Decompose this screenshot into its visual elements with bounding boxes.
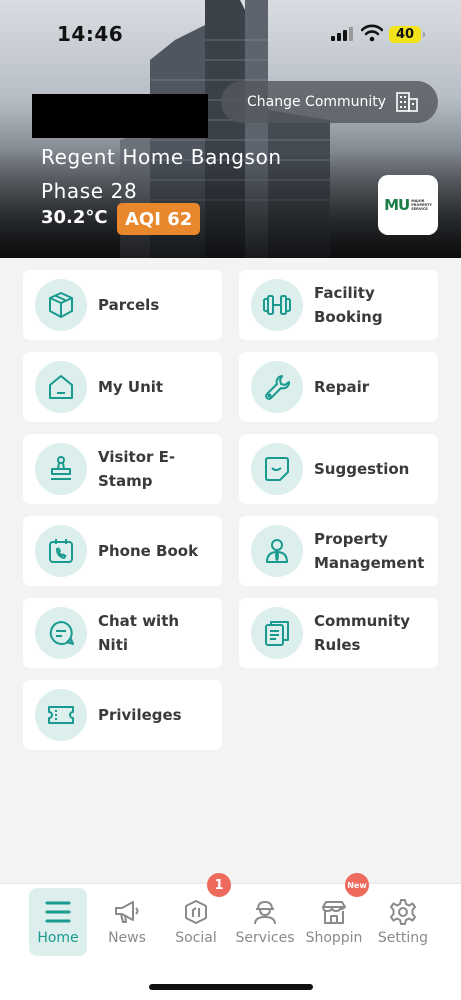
status-time: 14:46 bbox=[57, 22, 124, 46]
menu-label: Visitor E-Stamp bbox=[98, 448, 176, 490]
community-name-line1: Regent Home Bangson bbox=[41, 145, 282, 169]
nav-home-label: Home bbox=[37, 930, 79, 946]
menu-label: Parcels bbox=[98, 296, 160, 314]
menu-label: Privileges bbox=[98, 706, 182, 724]
dumbbell-icon bbox=[251, 279, 303, 331]
stamp-icon bbox=[35, 443, 87, 495]
redacted-block bbox=[32, 94, 208, 138]
menu-label: Suggestion bbox=[314, 460, 410, 478]
shopping-new-badge: New bbox=[345, 873, 369, 897]
menu-privileges[interactable]: Privileges bbox=[23, 680, 222, 750]
menu-icon bbox=[45, 897, 71, 927]
nav-setting[interactable]: Setting bbox=[374, 888, 432, 956]
nav-setting-label: Setting bbox=[377, 930, 429, 946]
change-community-label: Change Community bbox=[247, 94, 387, 110]
community-name: Regent Home Bangson Phase 28 bbox=[41, 140, 282, 208]
cellular-signal-icon bbox=[331, 27, 355, 41]
nav-social-label: Social bbox=[175, 930, 217, 946]
home-indicator bbox=[149, 984, 313, 990]
menu-parcels[interactable]: Parcels bbox=[23, 270, 222, 340]
box-icon bbox=[35, 279, 87, 331]
temperature: 30.2°C bbox=[41, 207, 108, 228]
wifi-icon bbox=[361, 24, 383, 42]
nav-home[interactable]: Home bbox=[29, 888, 87, 956]
nav-services-label: Services bbox=[235, 930, 295, 946]
menu-label: Property Management bbox=[314, 530, 425, 572]
menu-repair[interactable]: Repair bbox=[239, 352, 438, 422]
rules-icon bbox=[251, 607, 303, 659]
phone-calendar-icon bbox=[35, 525, 87, 577]
battery-icon: 40 bbox=[389, 26, 425, 43]
menu-phone-book[interactable]: Phone Book bbox=[23, 516, 222, 586]
nav-news-label: News bbox=[108, 930, 146, 946]
note-icon bbox=[251, 443, 303, 495]
store-icon bbox=[320, 897, 348, 927]
bottom-nav: Home News Social 1 Services Shoppin New … bbox=[0, 873, 461, 1000]
menu-label: Facility Booking bbox=[314, 284, 383, 326]
menu-suggestion[interactable]: Suggestion bbox=[239, 434, 438, 504]
menu-label: Community Rules bbox=[314, 612, 411, 654]
menu-property-management[interactable]: Property Management bbox=[239, 516, 438, 586]
nav-social[interactable]: Social bbox=[167, 888, 225, 956]
wrench-icon bbox=[251, 361, 303, 413]
social-notification-badge: 1 bbox=[207, 873, 231, 897]
megaphone-icon bbox=[113, 897, 141, 927]
person-icon bbox=[251, 525, 303, 577]
aqi-badge: AQI 62 bbox=[117, 203, 201, 235]
gear-icon bbox=[389, 897, 417, 927]
social-icon bbox=[183, 897, 209, 927]
service-worker-icon bbox=[251, 897, 279, 927]
logo-caption-3: SERVICE bbox=[411, 207, 428, 211]
building-icon bbox=[396, 92, 418, 112]
menu-my-unit[interactable]: My Unit bbox=[23, 352, 222, 422]
property-logo: MU MAJOR PROPERTY SERVICE bbox=[378, 175, 438, 235]
menu-label: Repair bbox=[314, 378, 370, 396]
menu-label: My Unit bbox=[98, 378, 164, 396]
community-header: 14:46 40 Change Community Regent Home Ba… bbox=[0, 0, 461, 258]
house-icon bbox=[35, 361, 87, 413]
menu-visitor-e-stamp[interactable]: Visitor E-Stamp bbox=[23, 434, 222, 504]
menu-community-rules[interactable]: Community Rules bbox=[239, 598, 438, 668]
status-bar: 14:46 40 bbox=[0, 0, 461, 60]
logo-text: MU bbox=[384, 196, 410, 214]
nav-shopping[interactable]: Shoppin bbox=[305, 888, 363, 956]
ticket-icon bbox=[35, 689, 87, 741]
menu-facility-booking[interactable]: Facility Booking bbox=[239, 270, 438, 340]
nav-news[interactable]: News bbox=[98, 888, 156, 956]
menu-label: Chat with Niti bbox=[98, 612, 180, 654]
chat-icon bbox=[35, 607, 87, 659]
change-community-button[interactable]: Change Community bbox=[221, 81, 438, 123]
menu-chat-with-niti[interactable]: Chat with Niti bbox=[23, 598, 222, 668]
nav-services[interactable]: Services bbox=[235, 888, 295, 956]
menu-label: Phone Book bbox=[98, 542, 199, 560]
nav-shopping-label: Shoppin bbox=[305, 930, 363, 946]
